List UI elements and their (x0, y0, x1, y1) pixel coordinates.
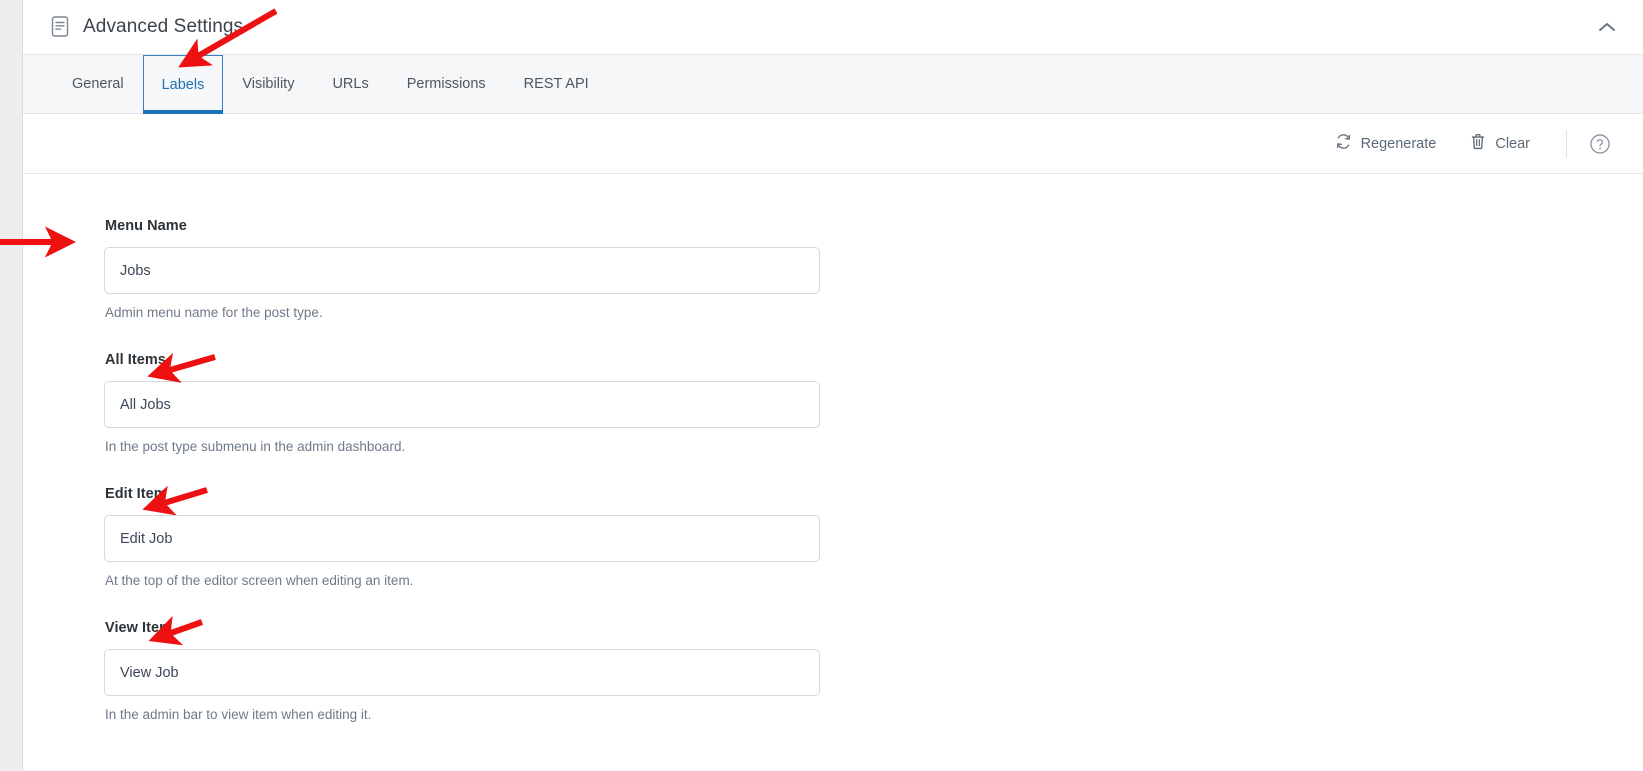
view-item-input[interactable] (104, 649, 820, 696)
edit-item-input[interactable] (104, 515, 820, 562)
tab-labels[interactable]: Labels (142, 55, 224, 114)
menu-name-help: Admin menu name for the post type. (105, 305, 323, 320)
field-group-menu-name: Menu Name Admin menu name for the post t… (104, 218, 1643, 320)
panel-header-left: Advanced Settings (51, 16, 243, 38)
tab-rest-api[interactable]: REST API (505, 55, 608, 113)
labels-form: Menu Name Admin menu name for the post t… (23, 174, 1643, 722)
edit-item-help: At the top of the editor screen when edi… (105, 573, 414, 588)
field-group-edit-item: Edit Item At the top of the editor scree… (104, 486, 1643, 588)
screen-root: Advanced Settings General Labels Visibil… (0, 0, 1643, 771)
tab-permissions[interactable]: Permissions (388, 55, 505, 113)
toolbar-divider (1566, 129, 1567, 158)
menu-name-label: Menu Name (105, 218, 187, 234)
menu-name-input[interactable] (104, 247, 820, 294)
all-items-input[interactable] (104, 381, 820, 428)
page-title: Advanced Settings (83, 16, 244, 37)
clear-button[interactable]: Clear (1462, 129, 1538, 158)
tab-urls-label: URLs (332, 76, 369, 92)
field-group-all-items: All Items In the post type submenu in th… (104, 352, 1643, 454)
edit-item-label: Edit Item (105, 486, 167, 502)
field-group-view-item: View Item In the admin bar to view item … (104, 620, 1643, 722)
clear-button-label: Clear (1495, 135, 1530, 152)
view-item-help: In the admin bar to view item when editi… (105, 707, 372, 722)
panel-header: Advanced Settings (23, 0, 1643, 54)
regenerate-button[interactable]: Regenerate (1327, 129, 1445, 158)
tab-general-label: General (72, 76, 124, 92)
tab-rest-api-label: REST API (523, 76, 589, 92)
view-item-label: View Item (105, 620, 173, 636)
tab-permissions-label: Permissions (406, 76, 486, 92)
regenerate-button-label: Regenerate (1360, 135, 1437, 152)
chevron-up-icon[interactable] (1595, 15, 1619, 39)
settings-tabs: General Labels Visibility URLs Permissio… (23, 54, 1643, 114)
all-items-label: All Items (105, 352, 166, 368)
advanced-settings-panel: Advanced Settings General Labels Visibil… (22, 0, 1643, 771)
left-gutter (0, 0, 22, 771)
tab-labels-label: Labels (161, 76, 205, 93)
tab-urls[interactable]: URLs (313, 55, 387, 113)
tab-visibility[interactable]: Visibility (223, 55, 313, 113)
all-items-help: In the post type submenu in the admin da… (105, 439, 406, 454)
tab-general[interactable]: General (53, 55, 143, 113)
tab-visibility-label: Visibility (242, 76, 295, 92)
document-icon (51, 16, 71, 38)
trash-icon (1470, 133, 1486, 154)
help-circle-icon[interactable] (1585, 129, 1615, 159)
labels-toolbar: Regenerate Clear (23, 114, 1643, 174)
refresh-icon (1335, 133, 1352, 154)
